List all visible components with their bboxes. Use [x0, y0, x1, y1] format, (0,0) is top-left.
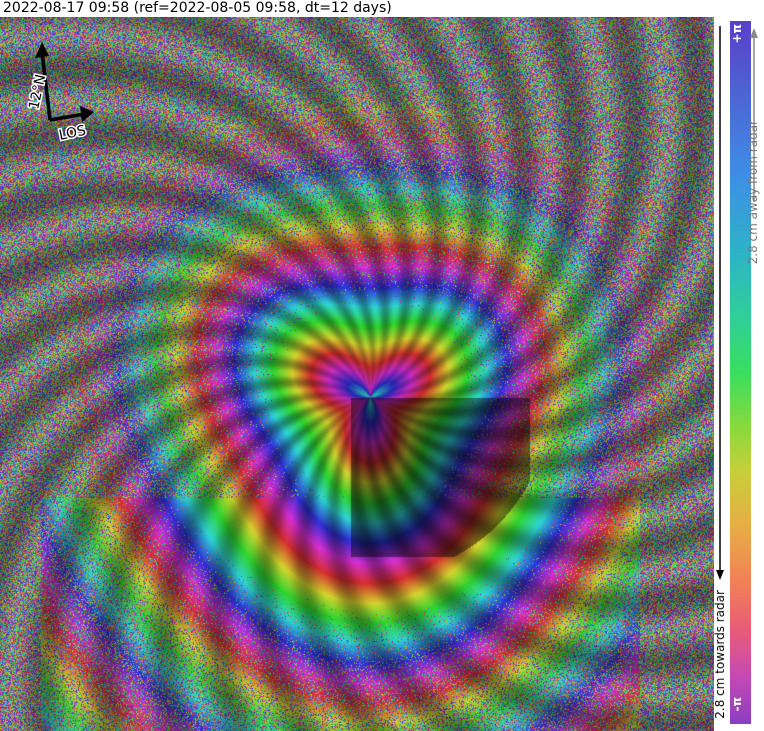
image-title: 2022-08-17 09:58 (ref=2022-08-05 09:58, …: [3, 0, 392, 16]
interferogram-image: [0, 17, 714, 731]
towards-radar-label: 2.8 cm towards radar: [713, 590, 727, 719]
heading-label: 12°N: [26, 73, 49, 111]
towards-arrow-icon: [716, 26, 724, 580]
los-label: LOS: [58, 123, 88, 144]
interferogram-canvas: [0, 17, 714, 731]
compass-arrows-icon: 12°N LOS: [25, 42, 94, 145]
colorbar-bottom-label: -π: [730, 697, 744, 712]
los-arrow: [49, 106, 94, 122]
away-from-radar-label: 2.8 cm away from radar: [746, 120, 760, 265]
header: 2022-08-17 09:58 (ref=2022-08-05 09:58, …: [0, 0, 764, 17]
